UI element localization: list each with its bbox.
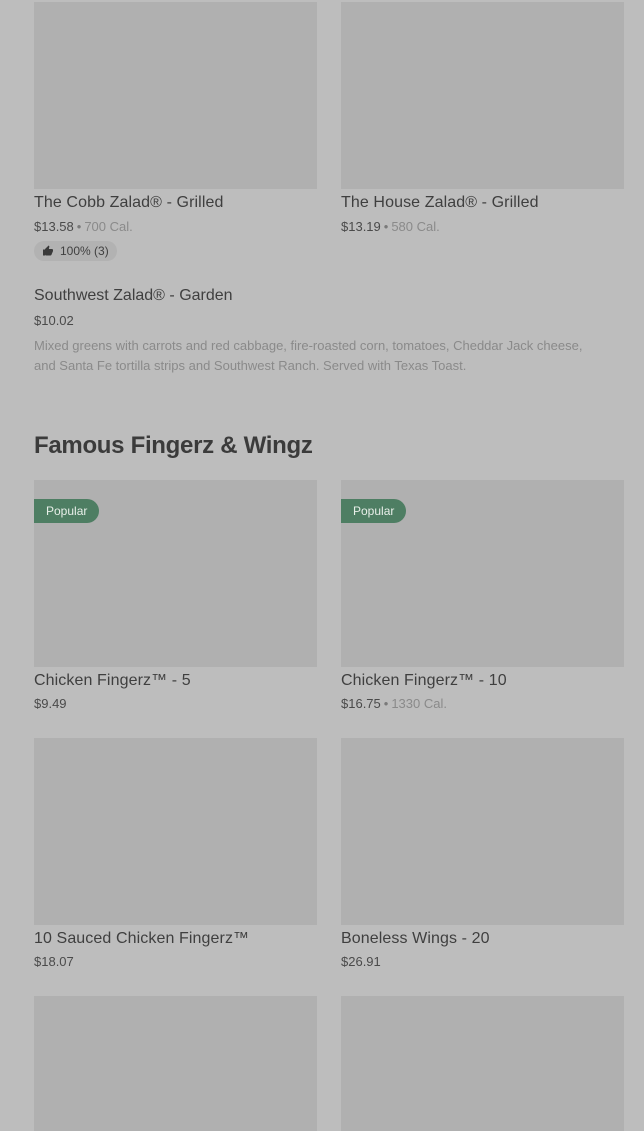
- item-meta: $13.58 • 700 Cal.: [34, 219, 133, 234]
- item-image: [341, 738, 624, 925]
- item-image: [341, 996, 624, 1131]
- thumbs-up-icon: [43, 245, 53, 256]
- section-title: Famous Fingerz & Wingz: [34, 432, 313, 459]
- item-image: [34, 738, 317, 925]
- menu-item-card[interactable]: [341, 996, 624, 1131]
- rating-badge: 100% (3): [34, 241, 117, 261]
- item-image: [34, 996, 317, 1131]
- item-name: Chicken Fingerz™ - 10: [341, 672, 507, 689]
- item-meta: $16.75 • 1330 Cal.: [341, 696, 447, 711]
- menu-item-cobb-zalad[interactable]: The Cobb Zalad® - Grilled $13.58 • 700 Cal…: [34, 2, 317, 234]
- item-name: Boneless Wings - 20: [341, 930, 490, 947]
- meta-separator: •: [383, 696, 389, 711]
- item-meta: $26.91: [341, 954, 381, 969]
- item-image: [34, 2, 317, 189]
- item-meta: $9.49: [34, 696, 67, 711]
- item-price: $10.02: [34, 313, 74, 328]
- item-image: [341, 2, 624, 189]
- menu-item-chicken-fingerz-10[interactable]: Popular Chicken Fingerz™ - 10 $16.75 • 133…: [341, 480, 624, 711]
- item-meta: $13.19 • 580 Cal.: [341, 219, 440, 234]
- menu-item-boneless-wings-20[interactable]: Boneless Wings - 20 $26.91: [341, 738, 624, 969]
- item-calories: 580 Cal.: [391, 219, 440, 234]
- item-calories: 1330 Cal.: [391, 696, 447, 711]
- item-image: Popular: [34, 480, 317, 667]
- item-meta: $18.07: [34, 954, 74, 969]
- meta-separator: •: [383, 219, 389, 234]
- item-description: Mixed greens with carrots and red cabbag…: [34, 338, 583, 373]
- popular-badge: Popular: [341, 499, 407, 523]
- item-calories: 700 Cal.: [84, 219, 133, 234]
- item-price: $9.49: [34, 696, 67, 711]
- menu-item-sauced-chicken-fingerz[interactable]: 10 Sauced Chicken Fingerz™ $18.07: [34, 738, 317, 969]
- menu-item-house-zalad[interactable]: The House Zalad® - Grilled $13.19 • 580 Ca…: [341, 2, 624, 234]
- item-name: 10 Sauced Chicken Fingerz™: [34, 930, 250, 947]
- item-price: $13.19: [341, 219, 381, 234]
- item-name: The Cobb Zalad® - Grilled: [34, 194, 224, 211]
- item-name: Southwest Zalad® - Garden: [34, 287, 233, 304]
- popular-badge: Popular: [34, 499, 100, 523]
- item-price: $18.07: [34, 954, 74, 969]
- item-price: $13.58: [34, 219, 74, 234]
- item-name: The House Zalad® - Grilled: [341, 194, 539, 211]
- item-price: $26.91: [341, 954, 381, 969]
- meta-separator: •: [76, 219, 82, 234]
- item-price: $16.75: [341, 696, 381, 711]
- menu-item-chicken-fingerz-5[interactable]: Popular Chicken Fingerz™ - 5 $9.49: [34, 480, 317, 711]
- item-name: Chicken Fingerz™ - 5: [34, 672, 191, 689]
- rating-value: 100% (3): [60, 244, 109, 258]
- item-image: Popular: [341, 480, 624, 667]
- menu-item-card[interactable]: [34, 996, 317, 1131]
